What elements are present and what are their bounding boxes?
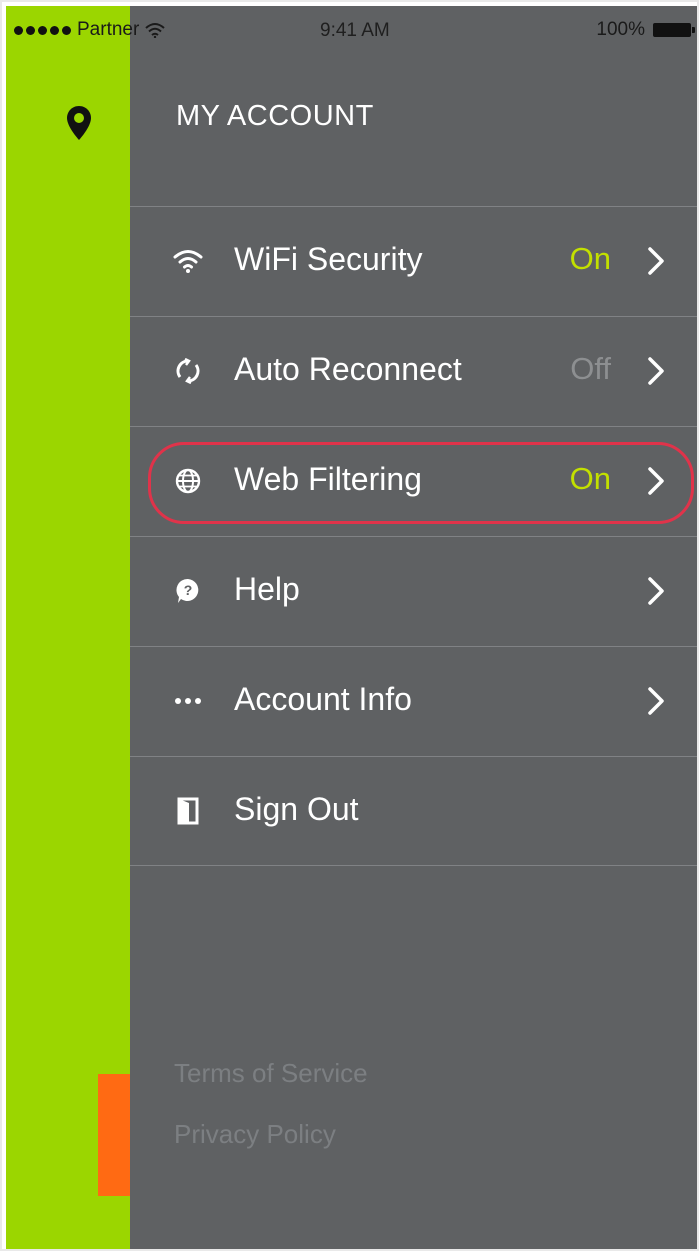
menu-item-label: WiFi Security [234, 241, 423, 277]
account-drawer: MY ACCOUNT WiFi Security On Auto Reconne… [130, 6, 697, 1249]
wifi-signal-icon [145, 23, 165, 38]
chevron-right-icon [648, 687, 664, 715]
location-pin-icon[interactable] [64, 104, 94, 144]
battery-icon [653, 23, 695, 37]
chevron-right-icon [648, 357, 664, 385]
terms-of-service-link[interactable]: Terms of Service [174, 1058, 368, 1089]
menu-item-label: Auto Reconnect [234, 351, 462, 387]
battery-percent: 100% [596, 19, 645, 40]
help-icon: ? [172, 575, 204, 607]
account-menu: WiFi Security On Auto Reconnect Off Web … [130, 206, 697, 866]
carrier-group: Partner [14, 19, 165, 41]
chevron-right-icon [648, 247, 664, 275]
main-screen-button-edge[interactable] [98, 1074, 130, 1196]
drawer-title: MY ACCOUNT [176, 100, 374, 132]
carrier-name: Partner [77, 19, 140, 40]
main-screen-background [6, 6, 130, 1249]
menu-item-help[interactable]: ? Help [130, 536, 697, 646]
chevron-right-icon [648, 577, 664, 605]
menu-item-label: Help [234, 571, 300, 607]
svg-text:?: ? [184, 582, 193, 598]
status-value: Off [570, 351, 611, 386]
status-value: On [569, 241, 611, 276]
menu-item-label: Account Info [234, 681, 412, 717]
menu-item-auto-reconnect[interactable]: Auto Reconnect Off [130, 316, 697, 426]
clock: 9:41 AM [320, 20, 390, 41]
menu-item-sign-out[interactable]: Sign Out [130, 756, 697, 866]
privacy-policy-link[interactable]: Privacy Policy [174, 1119, 368, 1150]
reconnect-icon [172, 355, 204, 387]
menu-item-web-filtering[interactable]: Web Filtering On [130, 426, 697, 536]
status-value: On [569, 461, 611, 496]
menu-item-account-info[interactable]: Account Info [130, 646, 697, 756]
menu-item-wifi-security[interactable]: WiFi Security On [130, 206, 697, 316]
footer-links: Terms of Service Privacy Policy [174, 1058, 368, 1180]
globe-icon [172, 465, 204, 497]
chevron-right-icon [648, 467, 664, 495]
status-bar: Partner 9:41 AM 100% [6, 6, 697, 52]
app-frame: MY ACCOUNT WiFi Security On Auto Reconne… [0, 0, 699, 1251]
menu-item-label: Sign Out [234, 791, 359, 827]
battery-group: 100% [596, 19, 695, 41]
sign-out-icon [172, 795, 204, 827]
signal-strength-icon [14, 25, 71, 35]
wifi-icon [172, 245, 204, 277]
more-icon [172, 685, 204, 717]
menu-item-label: Web Filtering [234, 461, 422, 497]
